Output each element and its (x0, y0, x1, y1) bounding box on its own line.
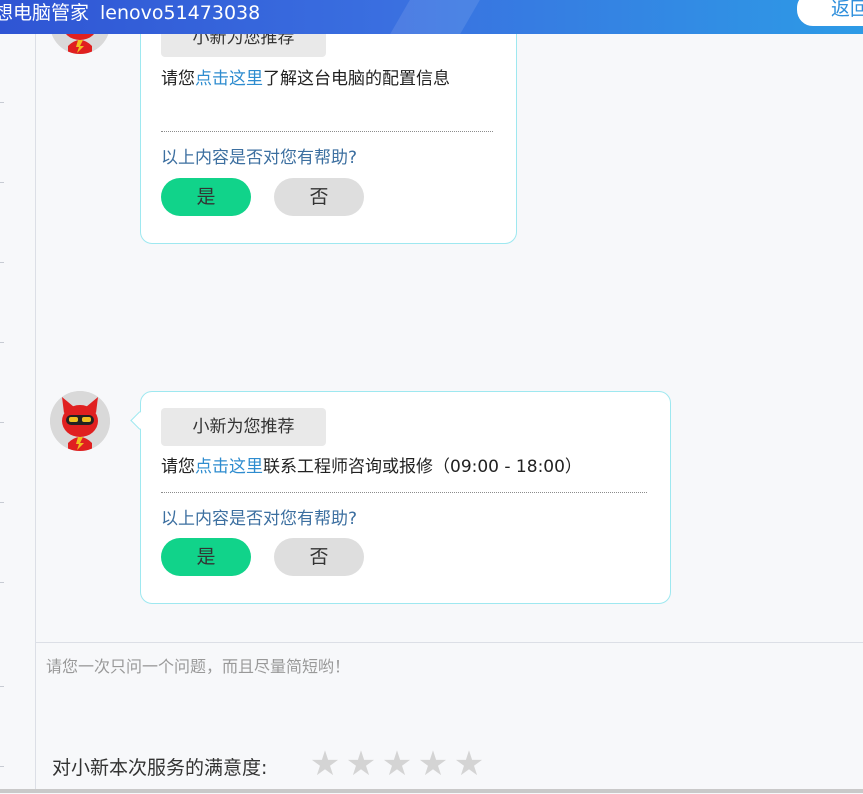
click-here-link[interactable]: 点击这里 (195, 457, 263, 477)
dotted-divider (161, 131, 493, 132)
message-input-area[interactable]: 请您一次只问一个问题，而且尽量简短哟！ 对小新本次服务的满意度: ★ ★ ★ ★… (36, 642, 863, 794)
star-icon[interactable]: ★ (452, 747, 486, 781)
left-rail (0, 34, 36, 793)
rail-tick (0, 502, 4, 503)
rail-tick (0, 102, 4, 103)
chat-bubble: 小新为您推荐 请您点击这里了解这台电脑的配置信息 以上内容是否对您有帮助? 是 … (140, 34, 517, 244)
app-header: 想电脑管家 lenovo51473038 返回 (0, 0, 863, 34)
message-text: 请您点击这里联系工程师咨询或报修（09:00 - 18:00） (161, 455, 582, 479)
dotted-divider (161, 492, 647, 493)
rail-tick (0, 766, 4, 767)
rail-tick (0, 582, 4, 583)
message-suffix: 联系工程师咨询或报修（09:00 - 18:00） (263, 457, 582, 477)
back-button[interactable]: 返回 (797, 0, 863, 26)
yes-button[interactable]: 是 (161, 538, 251, 576)
recommend-tag: 小新为您推荐 (161, 34, 326, 57)
helpful-question: 以上内容是否对您有帮助? (161, 148, 358, 168)
message-suffix: 了解这台电脑的配置信息 (263, 69, 450, 89)
rail-tick (0, 342, 4, 343)
bubble-tail (130, 411, 149, 430)
star-icon[interactable]: ★ (308, 747, 342, 781)
app-title: 想电脑管家 (0, 2, 90, 24)
rail-tick (0, 262, 4, 263)
star-icon[interactable]: ★ (380, 747, 414, 781)
header-decoration (390, 0, 480, 34)
rail-tick (0, 182, 4, 183)
rail-tick (0, 686, 4, 687)
message-text: 请您点击这里了解这台电脑的配置信息 (161, 67, 450, 91)
device-id: lenovo51473038 (100, 2, 261, 24)
click-here-link[interactable]: 点击这里 (195, 69, 263, 89)
red-robot-avatar-icon (50, 34, 110, 54)
message-input-placeholder[interactable]: 请您一次只问一个问题，而且尽量简短哟！ (46, 653, 350, 677)
yes-button[interactable]: 是 (161, 178, 251, 216)
red-robot-avatar-icon (50, 391, 110, 451)
chat-area[interactable]: 小新为您推荐 请您点击这里了解这台电脑的配置信息 以上内容是否对您有帮助? 是 … (36, 34, 863, 642)
window-bottom-border (0, 789, 863, 793)
rail-tick (0, 422, 4, 423)
recommend-tag: 小新为您推荐 (161, 408, 326, 446)
helpful-question: 以上内容是否对您有帮助? (161, 509, 358, 529)
no-button[interactable]: 否 (274, 178, 364, 216)
star-icon[interactable]: ★ (416, 747, 450, 781)
rating-label: 对小新本次服务的满意度: (52, 757, 268, 779)
message-prefix: 请您 (161, 69, 195, 89)
no-button[interactable]: 否 (274, 538, 364, 576)
star-icon[interactable]: ★ (344, 747, 378, 781)
chat-bubble: 小新为您推荐 请您点击这里联系工程师咨询或报修（09:00 - 18:00） 以… (130, 391, 671, 604)
message-prefix: 请您 (161, 457, 195, 477)
